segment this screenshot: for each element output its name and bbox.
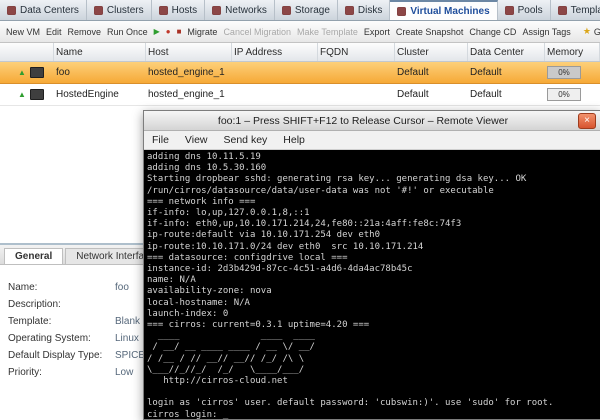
cell-host: hosted_engine_1 xyxy=(146,67,232,78)
cancel-migration-button[interactable]: Cancel Migration xyxy=(223,27,291,37)
field-value: Low xyxy=(115,367,133,378)
guide-icon: ★ xyxy=(583,26,591,37)
change-cd-button[interactable]: Change CD xyxy=(469,27,516,37)
virtual-machines-icon xyxy=(397,7,406,16)
guide-button[interactable]: ★Guide xyxy=(583,26,600,37)
cell-cluster: Default xyxy=(395,89,468,100)
field-label: Priority: xyxy=(8,367,115,378)
header-cell-host[interactable]: Host xyxy=(146,43,232,61)
cell-memory: 0% xyxy=(545,88,600,101)
tab-virtual-machines[interactable]: Virtual Machines xyxy=(390,0,497,20)
memory-usage-bar: 0% xyxy=(547,66,581,79)
tab-pools[interactable]: Pools xyxy=(498,0,551,20)
guide-label: Guide xyxy=(594,27,600,37)
networks-icon xyxy=(212,6,221,15)
vm-up-status-icon: ▲ xyxy=(18,91,26,99)
hosts-icon xyxy=(159,6,168,15)
window-titlebar[interactable]: foo:1 – Press SHIFT+F12 to Release Curso… xyxy=(144,111,600,131)
tab-label: Templates xyxy=(571,5,600,16)
close-icon[interactable]: × xyxy=(578,113,596,129)
vm-toolbar: New VM Edit Remove Run Once ▶ ● ■ Migrat… xyxy=(0,21,600,43)
main-nav-tabs: Data Centers Clusters Hosts Networks Sto… xyxy=(0,0,600,21)
templates-icon xyxy=(558,6,567,15)
header-cell-cluster[interactable]: Cluster xyxy=(395,43,468,61)
menu-help[interactable]: Help xyxy=(275,134,313,146)
memory-usage-bar: 0% xyxy=(547,88,581,101)
field-value: Blank xyxy=(115,316,140,327)
field-value: SPICE xyxy=(115,350,145,361)
cell-memory: 0% xyxy=(545,66,600,79)
menu-view[interactable]: View xyxy=(177,134,216,146)
vm-row-foo[interactable]: ▲ foo hosted_engine_1 Default Default 0% xyxy=(0,62,600,84)
tab-label: Clusters xyxy=(107,5,144,16)
pools-icon xyxy=(505,6,514,15)
vm-up-status-icon: ▲ xyxy=(18,69,26,77)
viewer-menubar: File View Send key Help xyxy=(144,131,600,150)
export-button[interactable]: Export xyxy=(364,27,390,37)
tab-label: Data Centers xyxy=(20,5,79,16)
cell-host: hosted_engine_1 xyxy=(146,89,232,100)
vm-table-header: Name Host IP Address FQDN Cluster Data C… xyxy=(0,43,600,62)
window-title: foo:1 – Press SHIFT+F12 to Release Curso… xyxy=(148,115,578,127)
menu-file[interactable]: File xyxy=(144,134,177,146)
vm-row-hostedengine[interactable]: ▲ HostedEngine hosted_engine_1 Default D… xyxy=(0,84,600,106)
field-label: Operating System: xyxy=(8,333,115,344)
assign-tags-button[interactable]: Assign Tags xyxy=(522,27,570,37)
clusters-icon xyxy=(94,6,103,15)
data-centers-icon xyxy=(7,6,16,15)
remove-button[interactable]: Remove xyxy=(68,27,102,37)
run-icon[interactable]: ▶ xyxy=(154,28,160,36)
tab-templates[interactable]: Templates xyxy=(551,0,600,20)
tab-label: Virtual Machines xyxy=(410,6,489,17)
field-value: foo xyxy=(115,282,129,293)
run-once-button[interactable]: Run Once xyxy=(107,27,148,37)
tab-storage[interactable]: Storage xyxy=(275,0,338,20)
new-vm-button[interactable]: New VM xyxy=(6,27,40,37)
header-cell-name[interactable]: Name xyxy=(54,43,146,61)
vm-monitor-icon xyxy=(30,89,44,100)
stop-icon[interactable]: ■ xyxy=(177,28,182,36)
tab-label: Pools xyxy=(518,5,543,16)
detail-tab-general[interactable]: General xyxy=(4,248,63,264)
tab-disks[interactable]: Disks xyxy=(338,0,390,20)
header-cell-data-center[interactable]: Data Center xyxy=(468,43,545,61)
status-cell: ▲ xyxy=(0,89,54,100)
tab-hosts[interactable]: Hosts xyxy=(152,0,206,20)
field-label: Template: xyxy=(8,316,115,327)
tab-data-centers[interactable]: Data Centers xyxy=(0,0,87,20)
menu-send-key[interactable]: Send key xyxy=(216,134,276,146)
tab-label: Hosts xyxy=(172,5,198,16)
create-snapshot-button[interactable]: Create Snapshot xyxy=(396,27,464,37)
edit-button[interactable]: Edit xyxy=(46,27,62,37)
field-value: Linux xyxy=(115,333,139,344)
cell-data-center: Default xyxy=(468,89,545,100)
shutdown-icon[interactable]: ● xyxy=(166,28,171,36)
cell-name: foo xyxy=(54,67,146,78)
cell-cluster: Default xyxy=(395,67,468,78)
remote-viewer-window: foo:1 – Press SHIFT+F12 to Release Curso… xyxy=(143,110,600,420)
tab-clusters[interactable]: Clusters xyxy=(87,0,152,20)
field-label: Description: xyxy=(8,299,115,310)
make-template-button[interactable]: Make Template xyxy=(297,27,358,37)
field-label: Default Display Type: xyxy=(8,350,115,361)
header-cell-blank xyxy=(0,43,54,61)
header-cell-ip[interactable]: IP Address xyxy=(232,43,318,61)
status-cell: ▲ xyxy=(0,67,54,78)
field-label: Name: xyxy=(8,282,115,293)
cell-data-center: Default xyxy=(468,67,545,78)
header-cell-memory[interactable]: Memory xyxy=(545,43,600,61)
tab-networks[interactable]: Networks xyxy=(205,0,275,20)
disks-icon xyxy=(345,6,354,15)
vm-monitor-icon xyxy=(30,67,44,78)
tab-label: Storage xyxy=(295,5,330,16)
tab-label: Networks xyxy=(225,5,267,16)
tab-label: Disks xyxy=(358,5,382,16)
migrate-button[interactable]: Migrate xyxy=(187,27,217,37)
vm-console-display[interactable]: adding dns 10.11.5.19 adding dns 10.5.30… xyxy=(144,150,600,419)
storage-icon xyxy=(282,6,291,15)
cell-name: HostedEngine xyxy=(54,89,146,100)
header-cell-fqdn[interactable]: FQDN xyxy=(318,43,395,61)
